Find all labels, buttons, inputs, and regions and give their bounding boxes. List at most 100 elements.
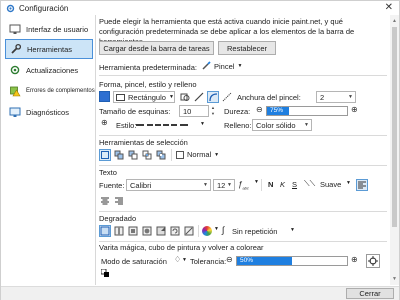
title-bar: Configuración ✕ [1, 1, 399, 15]
antialias-text-icon[interactable]: ⟍⟍ [304, 179, 315, 189]
fill-dropdown[interactable]: Color sólido ▼ [252, 119, 312, 131]
chevron-down-icon: ▼ [237, 63, 243, 69]
nav-item-diagnosticos[interactable]: Diagnósticos [5, 102, 93, 122]
hardness-minus-icon[interactable]: ⊖ [256, 105, 263, 115]
gradient-conical-icon[interactable] [155, 225, 167, 237]
nav-item-label: Actualizaciones [26, 65, 79, 75]
swap-colors-icon[interactable] [100, 268, 109, 277]
gradient-extra-icon[interactable] [183, 225, 195, 237]
line-style-dropdown[interactable] [136, 119, 196, 131]
close-button[interactable]: Cerrar [346, 288, 394, 299]
chevron-down-icon: ▼ [304, 122, 309, 128]
divider [198, 225, 199, 237]
warning-puzzle-icon [9, 85, 21, 97]
reset-button[interactable]: Restablecer [218, 41, 276, 55]
selection-intersect-icon[interactable] [141, 149, 153, 161]
dash-end-icon [180, 124, 188, 126]
tolerance-plus-icon[interactable]: ⊕ [351, 255, 358, 265]
antialias-on-icon[interactable] [207, 91, 219, 103]
strike-button[interactable]: S [292, 180, 297, 189]
fill-label: Relleno: [224, 121, 252, 130]
antialias-off-icon[interactable] [221, 91, 233, 103]
selection-union-icon[interactable] [113, 149, 125, 161]
load-from-toolbar-button[interactable]: Cargar desde la barra de tareas [99, 41, 214, 55]
divider [99, 135, 387, 136]
close-window-icon[interactable]: ✕ [385, 2, 393, 14]
font-value: Calibri [130, 180, 152, 190]
content-scrollbar[interactable]: ▲ ▼ [390, 15, 399, 285]
align-center-icon[interactable] [99, 195, 111, 207]
default-tool-label: Herramienta predeterminada: [99, 63, 197, 72]
footer-bar [1, 286, 399, 300]
chevron-down-icon: ▼ [214, 226, 219, 232]
selection-invert-icon[interactable] [155, 149, 167, 161]
fill-value: Color sólido [256, 120, 296, 130]
gear-refresh-icon [9, 64, 21, 76]
quality-icon [176, 150, 184, 159]
tools-settings-panel: Puede elegir la herramienta que está act… [95, 15, 391, 285]
gradient-repeat-value[interactable]: Sin repetición [232, 227, 277, 236]
saturation-mode-label: Modo de saturación [101, 257, 167, 266]
gradient-reflected-icon[interactable] [113, 225, 125, 237]
font-size-dropdown[interactable]: 12 ▼ [213, 179, 235, 191]
scroll-down-icon[interactable]: ▼ [390, 275, 399, 283]
hardness-value: 75% [270, 107, 284, 114]
shape-dropdown[interactable]: Rectángulo ▼ [113, 91, 175, 103]
section-shape-heading: Forma, pincel, estilo y relleno [99, 80, 197, 89]
divider [99, 241, 387, 242]
font-label: Fuente: [99, 181, 125, 190]
tolerance-label: Tolerancia: [190, 257, 227, 266]
chevron-down-icon: ▼ [182, 257, 187, 263]
corner-size-label: Tamaño de esquinas: [99, 107, 171, 116]
nav-item-interfaz[interactable]: Interfaz de usuario [5, 19, 93, 39]
bold-button[interactable]: N [268, 180, 273, 189]
sampling-target-icon[interactable] [366, 254, 380, 268]
italic-button[interactable]: K [280, 180, 285, 189]
align-left-icon[interactable] [356, 179, 368, 191]
font-size-value: 12 [217, 180, 226, 190]
default-tool-dropdown[interactable]: Pincel ▼ [201, 61, 242, 71]
hardness-label: Dureza: [224, 107, 251, 116]
scrollbar-thumb[interactable] [392, 27, 397, 227]
corner-size-spinner[interactable]: ▲ ▼ [210, 105, 216, 117]
gradient-diamond-icon[interactable] [127, 225, 139, 237]
shape-color-icon[interactable] [99, 91, 110, 102]
color-mode-icon[interactable] [202, 226, 212, 236]
corner-size-input[interactable]: 10 [179, 105, 209, 117]
selection-mode-value: Normal [187, 150, 212, 159]
brush-width-dropdown[interactable]: 2 ▼ [316, 91, 356, 103]
nav-item-actualizaciones[interactable]: Actualizaciones [5, 60, 93, 80]
nav-item-label: Diagnósticos [26, 107, 69, 117]
selection-quality-dropdown[interactable]: Normal ▼ [176, 150, 219, 159]
style-plus-icon[interactable]: ⊕ [101, 118, 108, 128]
section-gradient-heading: Degradado [99, 214, 137, 223]
hardness-slider[interactable]: 75% [266, 106, 348, 116]
gradient-linear-icon[interactable] [99, 225, 111, 237]
formula-icon[interactable]: ƒabc [238, 180, 249, 191]
chevron-down-icon: ▼ [200, 121, 205, 127]
align-right-icon[interactable] [113, 195, 125, 207]
window-title: Configuración [19, 3, 69, 13]
draw-type-icon[interactable] [179, 91, 191, 103]
font-dropdown[interactable]: Calibri ▼ [126, 179, 211, 191]
chevron-down-icon: ▼ [290, 227, 295, 233]
selection-replace-icon[interactable] [99, 149, 111, 161]
scroll-up-icon[interactable]: ▲ [390, 17, 399, 25]
bulb-icon[interactable]: ♢ [174, 255, 181, 264]
divider [261, 179, 262, 191]
gradient-radial-icon[interactable] [141, 225, 153, 237]
tolerance-minus-icon[interactable]: ⊖ [226, 255, 233, 265]
dash-start-icon [136, 124, 144, 126]
smoothing-value[interactable]: Suave [320, 180, 341, 189]
antialias-icon[interactable] [193, 91, 205, 103]
hardness-plus-icon[interactable]: ⊕ [351, 105, 358, 115]
settings-window: Configuración ✕ Interfaz de usuario Herr… [0, 0, 400, 300]
gradient-spiral-icon[interactable] [169, 225, 181, 237]
nav-item-label: Herramientas [27, 44, 73, 54]
nav-item-herramientas[interactable]: Herramientas [5, 39, 93, 59]
nav-item-errores[interactable]: Errores de complementos [5, 81, 95, 101]
tolerance-slider[interactable]: 50% [236, 256, 348, 266]
rectangle-icon [116, 93, 125, 101]
selection-exclude-icon[interactable] [127, 149, 139, 161]
chevron-down-icon: ▼ [254, 179, 259, 185]
